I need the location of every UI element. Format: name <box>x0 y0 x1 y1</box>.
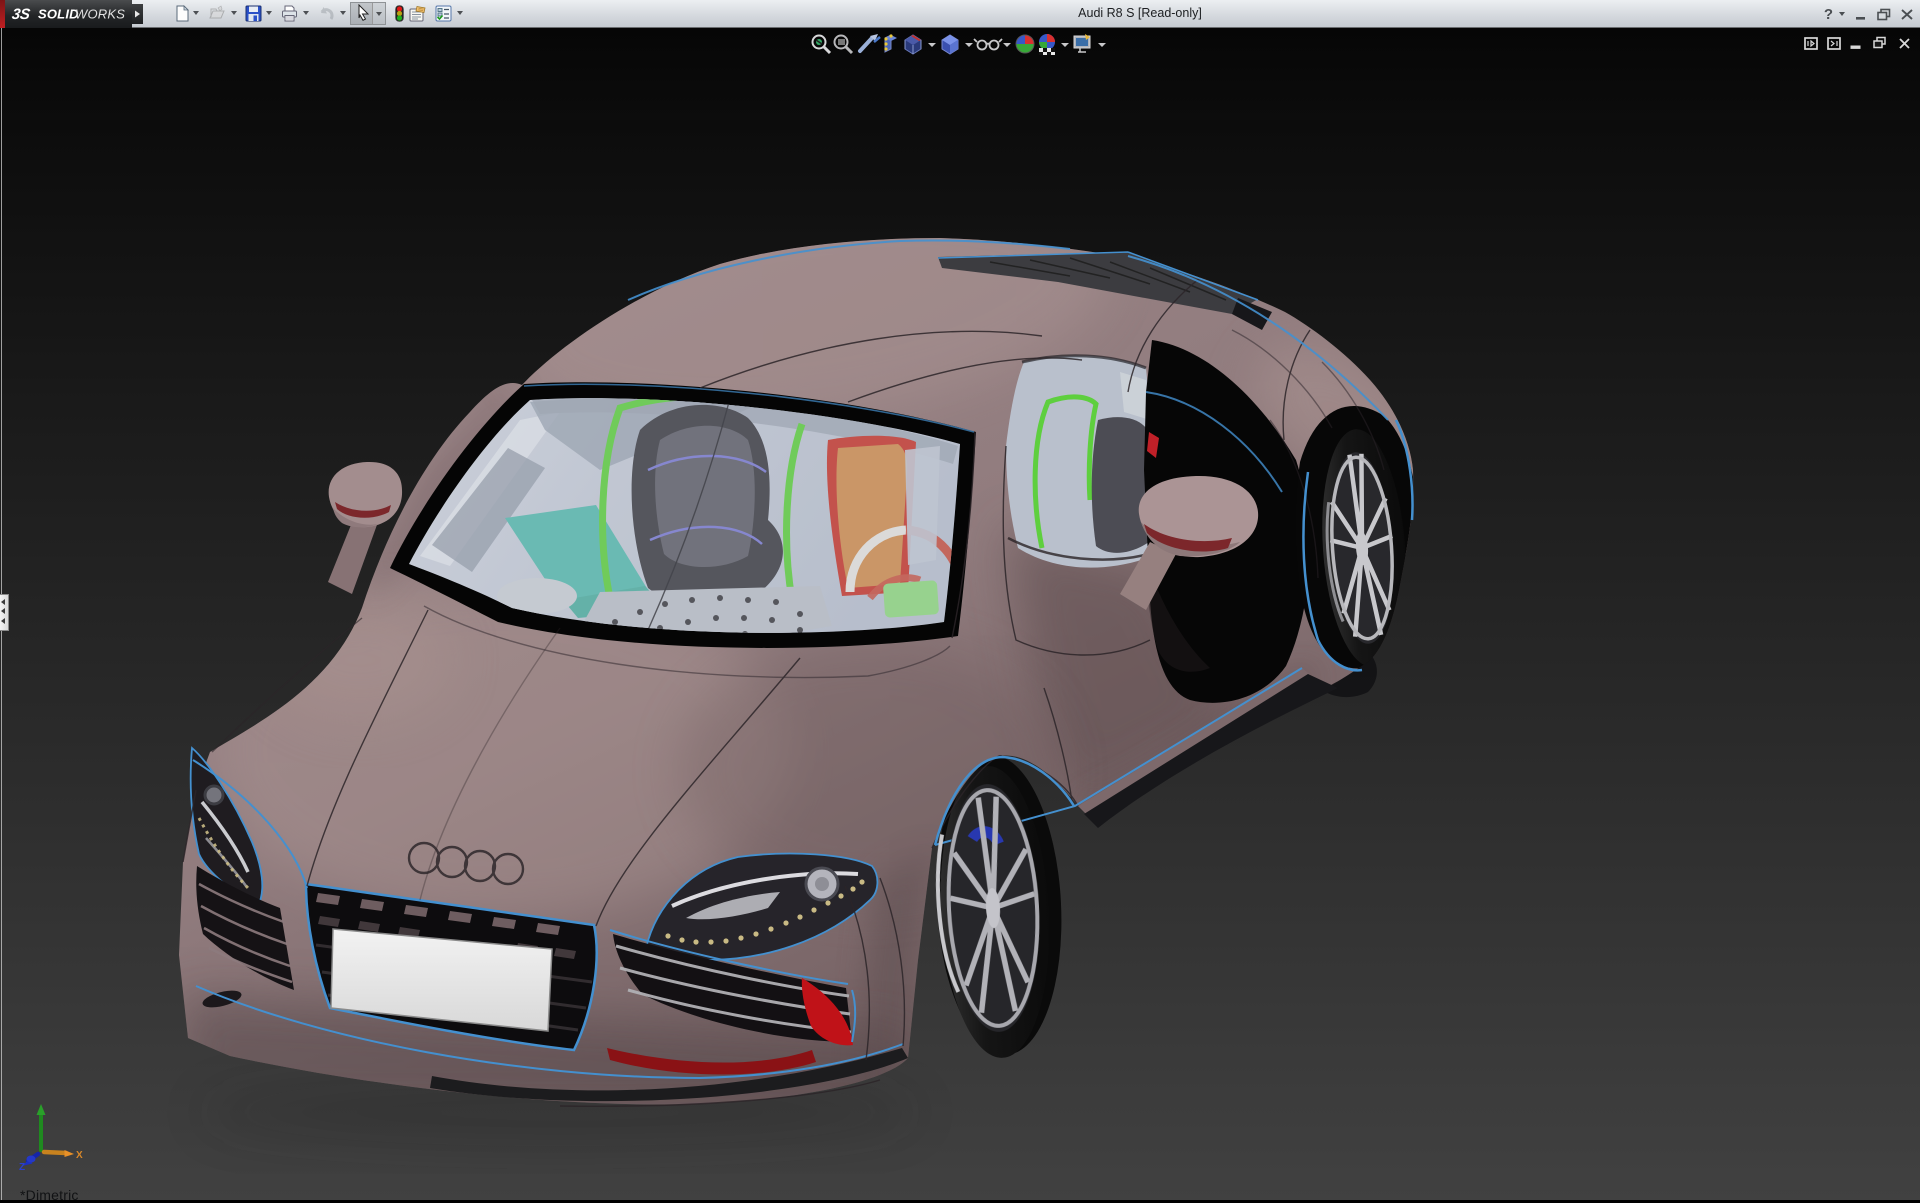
svg-text:X: X <box>76 1150 83 1161</box>
svg-text:S: S <box>19 6 31 23</box>
svg-text:Z: Z <box>19 1162 25 1170</box>
svg-text:SOLID: SOLID <box>38 7 79 22</box>
svg-text:WORKS: WORKS <box>75 7 125 22</box>
